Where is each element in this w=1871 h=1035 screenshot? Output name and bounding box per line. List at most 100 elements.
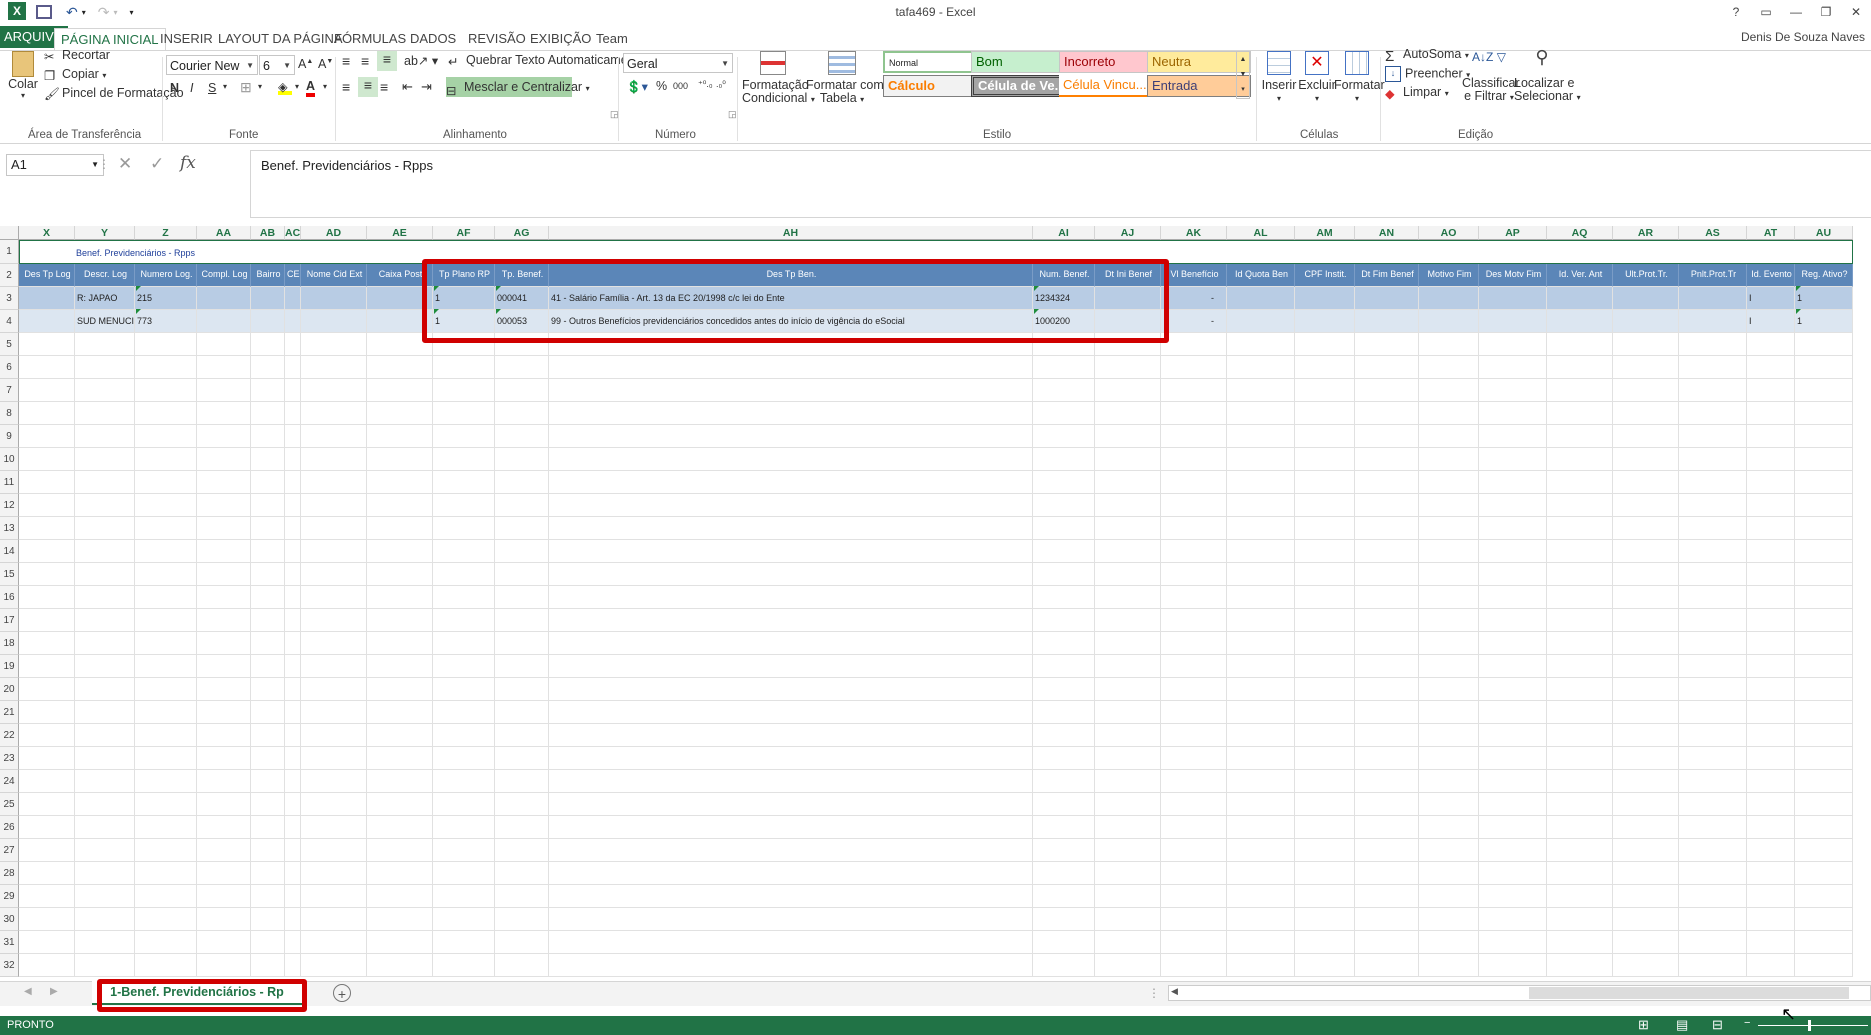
table-cell[interactable]	[1613, 908, 1679, 931]
table-cell[interactable]	[135, 931, 197, 954]
table-cell[interactable]	[1479, 793, 1547, 816]
table-cell[interactable]	[285, 540, 301, 563]
table-cell[interactable]	[19, 517, 75, 540]
table-cell[interactable]	[1613, 586, 1679, 609]
table-cell[interactable]	[1679, 793, 1747, 816]
table-cell[interactable]	[1679, 609, 1747, 632]
table-cell[interactable]	[367, 402, 433, 425]
table-cell[interactable]	[1295, 310, 1355, 333]
table-cell[interactable]	[1033, 471, 1095, 494]
table-cell[interactable]	[495, 770, 549, 793]
table-cell[interactable]	[197, 678, 251, 701]
table-header-cell[interactable]: Des Tp Log	[19, 264, 75, 287]
column-header[interactable]: AB	[251, 226, 285, 240]
table-cell[interactable]	[1547, 609, 1613, 632]
table-cell[interactable]	[1227, 724, 1295, 747]
table-cell[interactable]	[1547, 517, 1613, 540]
align-left-icon[interactable]: ≡	[342, 79, 350, 95]
table-cell[interactable]	[1355, 885, 1419, 908]
row-header[interactable]: 11	[0, 471, 19, 494]
table-cell[interactable]	[197, 839, 251, 862]
table-cell[interactable]	[19, 471, 75, 494]
column-header[interactable]: AP	[1479, 226, 1547, 240]
table-cell[interactable]	[1747, 609, 1795, 632]
table-cell[interactable]	[301, 862, 367, 885]
table-cell[interactable]: SUD MENUCI	[75, 310, 135, 333]
table-cell[interactable]	[1613, 793, 1679, 816]
table-cell[interactable]	[1355, 540, 1419, 563]
table-cell[interactable]	[1419, 379, 1479, 402]
table-cell[interactable]	[1479, 471, 1547, 494]
table-cell[interactable]	[301, 540, 367, 563]
table-cell[interactable]	[135, 356, 197, 379]
table-cell[interactable]	[433, 747, 495, 770]
table-cell[interactable]	[1033, 770, 1095, 793]
enter-icon[interactable]: ✓	[150, 154, 164, 174]
error-indicator-icon[interactable]	[1796, 286, 1801, 291]
table-cell[interactable]	[495, 678, 549, 701]
table-cell[interactable]	[1747, 632, 1795, 655]
table-cell[interactable]	[1355, 402, 1419, 425]
table-cell[interactable]	[1795, 586, 1853, 609]
table-cell[interactable]	[197, 793, 251, 816]
table-cell[interactable]	[1747, 379, 1795, 402]
table-cell[interactable]	[1795, 333, 1853, 356]
table-cell[interactable]	[1547, 747, 1613, 770]
table-cell[interactable]	[1747, 678, 1795, 701]
merge-center-button[interactable]: ⊟ Mesclar e Centralizar ▾	[446, 77, 590, 98]
minimize-icon[interactable]: —	[1781, 0, 1811, 24]
table-cell[interactable]	[285, 908, 301, 931]
align-right-icon[interactable]: ≡	[380, 79, 388, 95]
table-cell[interactable]: -	[1161, 287, 1227, 310]
table-cell[interactable]	[549, 701, 1033, 724]
table-cell[interactable]	[1613, 402, 1679, 425]
table-cell[interactable]	[1747, 425, 1795, 448]
table-cell[interactable]	[1795, 379, 1853, 402]
table-cell[interactable]	[1095, 379, 1161, 402]
table-cell[interactable]	[75, 425, 135, 448]
table-cell[interactable]	[1747, 908, 1795, 931]
table-cell[interactable]	[1479, 701, 1547, 724]
table-cell[interactable]	[19, 609, 75, 632]
table-cell[interactable]	[75, 471, 135, 494]
table-cell[interactable]	[433, 701, 495, 724]
table-cell[interactable]	[1295, 816, 1355, 839]
table-cell[interactable]	[1355, 517, 1419, 540]
table-cell[interactable]	[1295, 724, 1355, 747]
column-header[interactable]: Y	[75, 226, 135, 240]
table-cell[interactable]	[1161, 356, 1227, 379]
column-header[interactable]: AE	[367, 226, 433, 240]
table-cell[interactable]	[1161, 862, 1227, 885]
table-cell[interactable]	[1547, 379, 1613, 402]
table-cell[interactable]	[197, 540, 251, 563]
table-cell[interactable]	[1747, 563, 1795, 586]
table-cell[interactable]	[19, 379, 75, 402]
table-cell[interactable]	[19, 287, 75, 310]
row-header[interactable]: 27	[0, 839, 19, 862]
table-cell[interactable]	[1227, 793, 1295, 816]
table-cell[interactable]	[1095, 586, 1161, 609]
table-cell[interactable]	[1747, 931, 1795, 954]
table-cell[interactable]	[197, 862, 251, 885]
table-cell[interactable]	[1295, 471, 1355, 494]
table-cell[interactable]	[285, 701, 301, 724]
table-cell[interactable]	[495, 609, 549, 632]
table-cell[interactable]	[285, 310, 301, 333]
table-cell[interactable]	[1479, 908, 1547, 931]
table-cell[interactable]	[1679, 471, 1747, 494]
table-cell[interactable]	[1547, 356, 1613, 379]
table-cell[interactable]	[1161, 770, 1227, 793]
table-cell[interactable]	[433, 425, 495, 448]
tab-dados[interactable]: DADOS	[404, 28, 462, 50]
table-cell[interactable]	[197, 931, 251, 954]
table-cell[interactable]	[251, 701, 285, 724]
table-cell[interactable]	[251, 839, 285, 862]
table-cell[interactable]	[495, 563, 549, 586]
table-cell[interactable]	[1613, 931, 1679, 954]
table-cell[interactable]	[367, 954, 433, 977]
table-cell[interactable]	[433, 494, 495, 517]
table-cell[interactable]	[1227, 701, 1295, 724]
table-cell[interactable]	[1227, 586, 1295, 609]
table-cell[interactable]	[1547, 402, 1613, 425]
table-cell[interactable]	[549, 494, 1033, 517]
